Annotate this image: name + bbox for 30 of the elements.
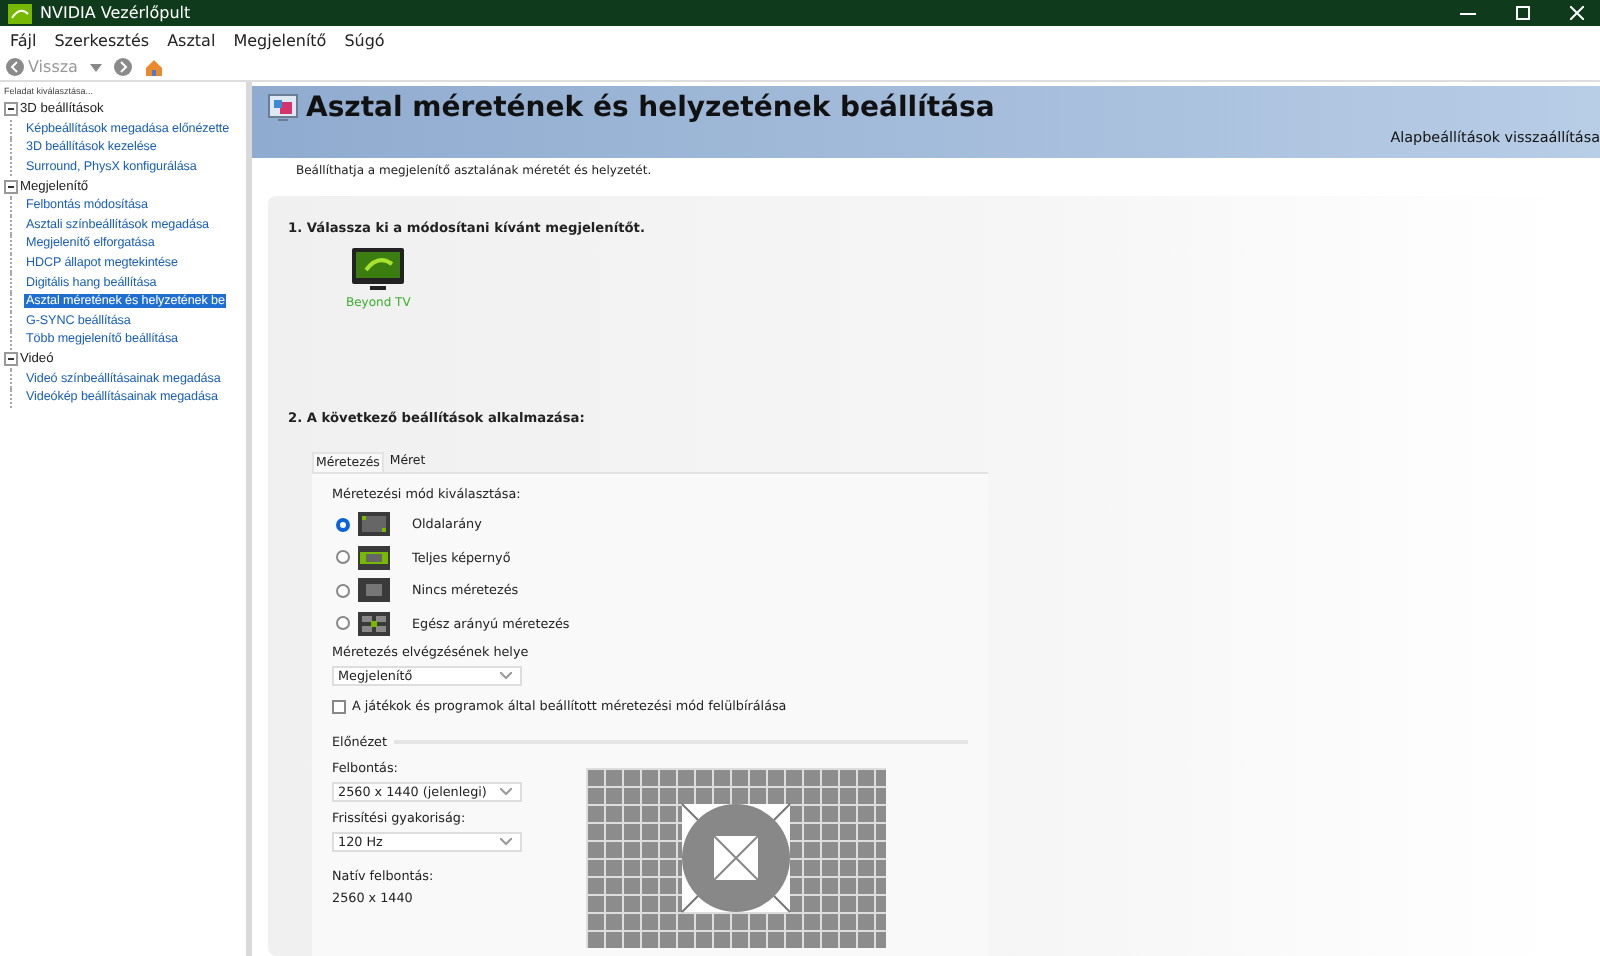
grid-icon bbox=[358, 611, 390, 636]
checkbox[interactable] bbox=[332, 699, 346, 713]
home-icon[interactable] bbox=[143, 57, 164, 77]
menu-item[interactable]: Asztal bbox=[167, 31, 216, 49]
close-icon[interactable] bbox=[1570, 6, 1584, 20]
screen-icon bbox=[358, 545, 390, 570]
page-title: Asztal méretének és helyzetének beállítása bbox=[306, 92, 995, 124]
radio-button[interactable] bbox=[336, 517, 350, 532]
caret-icon bbox=[500, 672, 512, 680]
caret-icon bbox=[500, 788, 512, 796]
screen-icon bbox=[358, 512, 390, 537]
monitor-icon bbox=[352, 248, 405, 292]
caret-icon bbox=[500, 838, 512, 846]
menu-item[interactable]: Megjelenítő bbox=[233, 31, 327, 49]
window-title: NVIDIA Vezérlőpult bbox=[40, 4, 191, 22]
radio-button[interactable] bbox=[336, 583, 350, 598]
screen-icon bbox=[358, 578, 390, 603]
radio-button[interactable] bbox=[336, 616, 350, 631]
collapse-icon[interactable] bbox=[4, 102, 18, 117]
radio-button[interactable] bbox=[336, 550, 350, 565]
back-arrow-icon bbox=[6, 58, 24, 76]
maximize-icon[interactable] bbox=[1516, 6, 1530, 20]
menu-item[interactable]: Szerkesztés bbox=[54, 31, 150, 49]
display-icon bbox=[268, 94, 298, 122]
forward-icon[interactable] bbox=[113, 58, 132, 76]
menu-item[interactable]: Súgó bbox=[344, 31, 385, 49]
collapse-icon[interactable] bbox=[4, 352, 18, 367]
menu-item[interactable]: Fájl bbox=[10, 31, 37, 49]
caret-icon[interactable] bbox=[89, 63, 102, 71]
collapse-icon[interactable] bbox=[4, 179, 18, 194]
